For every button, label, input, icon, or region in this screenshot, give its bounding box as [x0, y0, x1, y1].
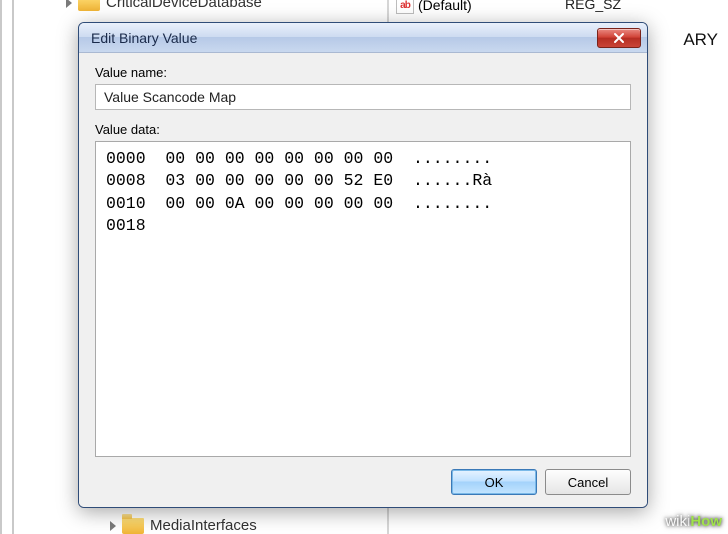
list-default-name: (Default) — [418, 0, 472, 13]
dialog-client-area: Value name: Value data: 0000 00 00 00 00… — [79, 53, 647, 507]
list-row-default[interactable]: ab (Default) — [396, 0, 472, 14]
dialog-title: Edit Binary Value — [91, 30, 597, 46]
dialog-button-row: OK Cancel — [95, 457, 631, 495]
tree-item-criticaldevicedatabase[interactable]: CriticalDeviceDatabase — [66, 0, 262, 11]
close-button[interactable] — [597, 28, 641, 48]
value-data-hex-editor[interactable]: 0000 00 00 00 00 00 00 00 00 ........ 00… — [95, 141, 631, 457]
close-icon — [613, 32, 625, 44]
edit-binary-value-dialog: Edit Binary Value Value name: Value data… — [78, 22, 648, 508]
tree-item-mediainterfaces[interactable]: MediaInterfaces — [110, 517, 257, 534]
tree-item-label: CriticalDeviceDatabase — [106, 0, 262, 11]
titlebar[interactable]: Edit Binary Value — [79, 23, 647, 53]
folder-icon — [78, 0, 100, 11]
folder-icon — [122, 518, 144, 534]
string-value-icon: ab — [396, 0, 414, 14]
ok-button[interactable]: OK — [451, 469, 537, 495]
chevron-right-icon[interactable] — [66, 0, 72, 8]
value-data-label: Value data: — [95, 122, 631, 137]
value-name-input[interactable] — [95, 84, 631, 110]
tree-item-label: MediaInterfaces — [150, 517, 257, 534]
partial-type-label: ARY — [683, 30, 718, 50]
value-name-label: Value name: — [95, 65, 631, 80]
cancel-button[interactable]: Cancel — [545, 469, 631, 495]
chevron-right-icon[interactable] — [110, 521, 116, 531]
list-default-type: REG_SZ — [565, 0, 621, 12]
